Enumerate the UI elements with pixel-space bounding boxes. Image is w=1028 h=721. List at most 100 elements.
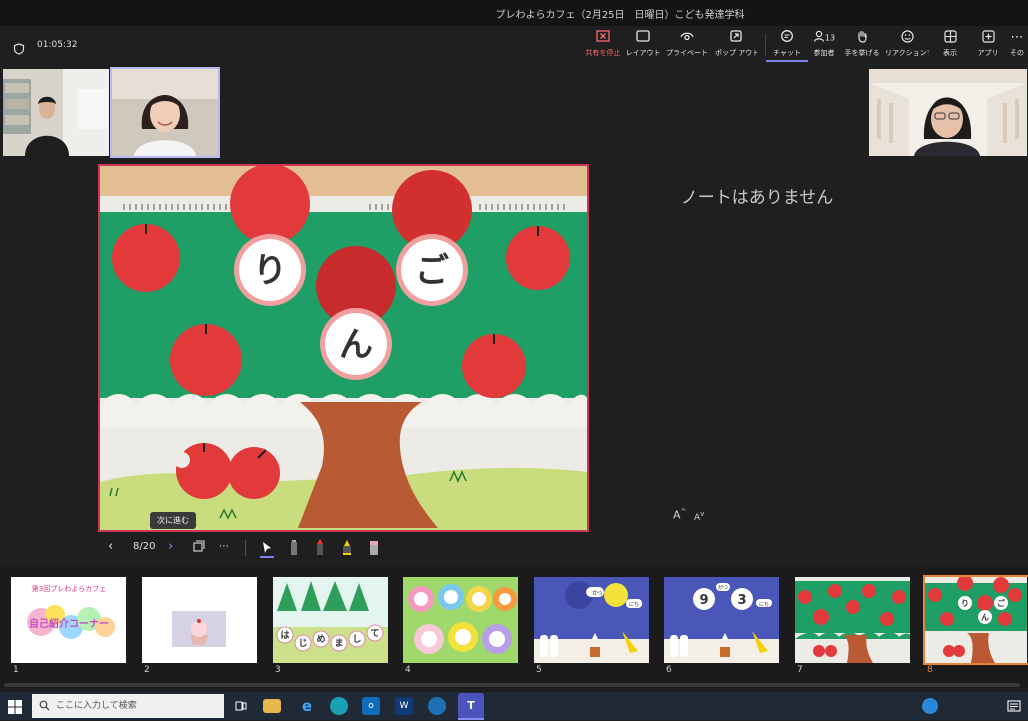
slide-thumbnail-4[interactable] (403, 577, 518, 663)
highlighter-icon (340, 540, 354, 562)
slide-thumbnail-8[interactable]: り ごん (923, 575, 1028, 665)
svg-text:ご: ご (997, 598, 1005, 608)
svg-text:9: 9 (699, 593, 708, 608)
slide-thumbnail-7[interactable] (795, 577, 910, 663)
windows-logo-icon (8, 699, 22, 718)
meeting-toolbar: 01:05:32 共有を停止 レイアウト プライベート ビ... ポップ アウト… (0, 26, 1028, 66)
taskbar-search-box[interactable]: ここに入力して検索 (32, 694, 224, 718)
eraser-tool[interactable] (367, 538, 381, 558)
thumb-number-7: 7 (797, 665, 803, 675)
participant-video-2[interactable] (110, 67, 220, 158)
pen-red-tool[interactable] (313, 538, 327, 558)
svg-text:り: り (961, 599, 969, 608)
windows-start-button[interactable] (8, 699, 22, 718)
thumb-number-2: 2 (144, 665, 150, 675)
notification-icon (1007, 700, 1021, 715)
slide-counter: 8/20 (133, 541, 156, 552)
edge-browser-button[interactable] (330, 697, 348, 715)
slide-thumbnail-3[interactable]: はじめまして (273, 577, 388, 663)
system-tray-icon[interactable] (922, 698, 938, 714)
slide-char-go: ご (415, 251, 449, 291)
notification-button[interactable] (1004, 695, 1024, 717)
apps-button[interactable]: アプリ (967, 30, 1009, 58)
svg-text:し: し (352, 634, 361, 645)
title-bar: プレわよらカフェ（2月25日 日曜日）こども発達学科 (0, 0, 1028, 26)
more-button[interactable]: ⋯ その (1006, 30, 1028, 58)
svg-text:がつ: がつ (718, 584, 728, 591)
svg-text:め: め (316, 634, 325, 645)
svg-text:て: て (370, 628, 379, 639)
svg-text:第3回プレわよらカフェ: 第3回プレわよらカフェ (32, 584, 106, 593)
layout-icon (622, 30, 664, 46)
svg-text:つ: つ (597, 591, 602, 597)
pen-gray-tool[interactable] (287, 538, 301, 558)
stop-share-icon (582, 30, 624, 46)
next-tooltip: 次に進む (150, 512, 196, 529)
thumb-number-5: 5 (536, 665, 542, 675)
more-options-button[interactable]: ⋯ (219, 537, 229, 557)
stop-share-button[interactable]: 共有を停止 (582, 30, 624, 58)
participants-button[interactable]: 13 参加者 (803, 30, 845, 58)
shield-icon (13, 40, 25, 55)
teams-button[interactable]: T (458, 693, 484, 719)
thumb-number-6: 6 (666, 665, 672, 675)
pop-out-button[interactable]: ポップ アウト (715, 30, 757, 58)
chat-icon (766, 30, 808, 46)
taskbar: ここに入力して検索 e o W T (0, 692, 1028, 720)
file-explorer-button[interactable] (263, 699, 281, 713)
font-increase-button[interactable]: A^ (673, 508, 686, 522)
prev-slide-button[interactable]: ‹ (108, 537, 113, 557)
outlook-icon: o (368, 701, 374, 711)
svg-text:は: は (280, 630, 289, 641)
search-icon (39, 694, 50, 721)
internet-explorer-button[interactable]: e (296, 695, 318, 717)
participant-video-1[interactable] (3, 69, 109, 156)
thumb-number-1: 1 (13, 665, 19, 675)
svg-text:ん: ん (981, 613, 989, 622)
nav-divider (245, 540, 246, 556)
slide-thumbnail-6[interactable]: 9 がつ 3 にち (664, 577, 779, 663)
svg-text:3: 3 (737, 593, 746, 608)
next-slide-button[interactable]: › (168, 537, 173, 557)
pen-icon (287, 540, 301, 562)
laser-pointer-tool[interactable] (260, 538, 274, 558)
pop-out-icon (715, 30, 757, 46)
chat-button[interactable]: チャット (766, 30, 808, 62)
slide-char-n: ん (339, 325, 373, 365)
outlook-button[interactable]: o (362, 697, 380, 715)
svg-text:にち: にち (629, 602, 639, 608)
slide-thumbnail-5[interactable]: か つ にち (534, 577, 649, 663)
task-view-button[interactable] (230, 695, 252, 717)
private-view-button[interactable]: プライベート ビ... (666, 30, 708, 58)
participant-count: 13 (824, 33, 836, 43)
task-view-icon (235, 701, 247, 715)
view-button[interactable]: 表示 (929, 30, 971, 58)
slide-thumbnail-1[interactable]: 第3回プレわよらカフェ 自己紹介コーナー (11, 577, 126, 663)
presenter-notes: ノートはありません (680, 188, 834, 208)
chevron-right-icon: › (168, 539, 174, 554)
private-view-icon (666, 30, 708, 46)
svg-text:ま: ま (334, 638, 343, 649)
thumbnail-scrollbar[interactable] (4, 683, 1020, 687)
font-decrease-button[interactable]: Av (694, 510, 704, 523)
raise-hand-icon (841, 30, 883, 46)
highlighter-tool[interactable] (340, 538, 354, 558)
ellipsis-icon: ⋯ (219, 541, 229, 552)
pointer-icon (260, 542, 274, 562)
slides-grid-icon (193, 540, 205, 552)
participant-video-3[interactable] (869, 69, 1027, 156)
raise-hand-button[interactable]: 手を挙げる (841, 30, 883, 58)
svg-text:自己紹介コーナー: 自己紹介コーナー (29, 617, 109, 630)
slide-thumbnail-2[interactable] (142, 577, 257, 663)
reaction-icon (885, 30, 929, 46)
more-icon: ⋯ (1010, 30, 1024, 45)
ie-icon: e (301, 697, 313, 715)
word-button[interactable]: W (395, 697, 413, 715)
app-button[interactable] (428, 697, 446, 715)
layout-button[interactable]: レイアウト (622, 30, 664, 58)
current-slide[interactable]: り ご ん (98, 164, 589, 532)
slide-grid-button[interactable] (193, 537, 205, 557)
reaction-button[interactable]: リアクションする (885, 30, 929, 58)
word-icon: W (399, 701, 409, 711)
view-icon (929, 30, 971, 46)
